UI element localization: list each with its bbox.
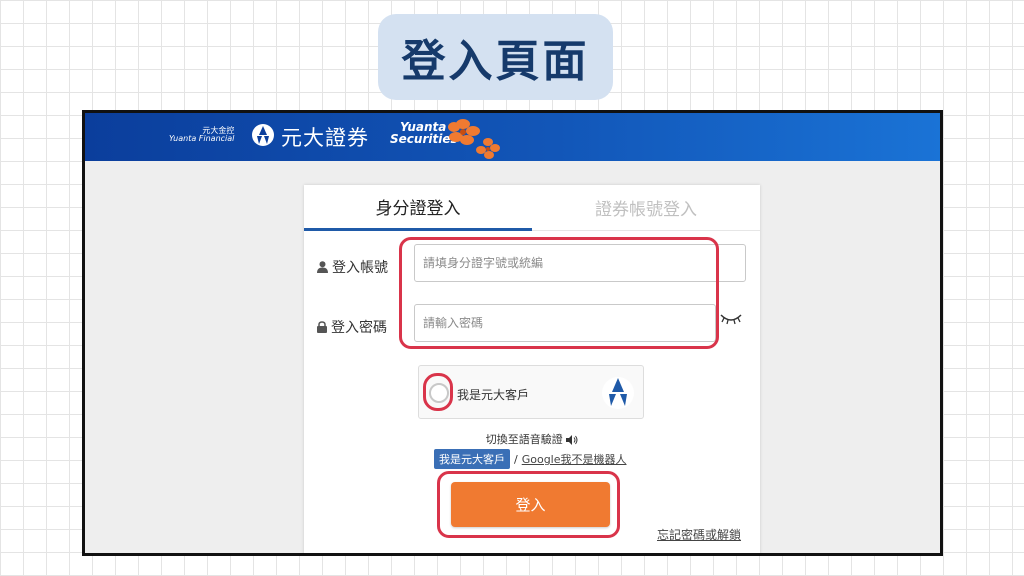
verify-option-google[interactable]: Google我不是機器人: [522, 451, 627, 467]
account-label: 登入帳號: [332, 260, 388, 276]
voice-switch-label: 切換至語音驗證: [485, 433, 563, 446]
forgot-password-link[interactable]: 忘記密碼或解鎖: [657, 526, 741, 543]
brand-financial-en: Yuanta Financial: [169, 134, 235, 144]
yuanta-logo-icon: [252, 124, 274, 146]
speaker-icon: [566, 435, 578, 445]
yuanta-logo-icon: [602, 377, 634, 409]
captcha-label: 我是元大客戶: [457, 388, 530, 402]
site-header: 元大金控 Yuanta Financial 元大證券 Yuanta Securi…: [85, 113, 940, 161]
tab-id-login[interactable]: 身分證登入: [304, 185, 532, 231]
brand-name: 元大證券: [281, 126, 369, 150]
brand-financial: 元大金控 Yuanta Financial: [169, 126, 235, 144]
verify-method-row: 我是元大客戶 / Google我不是機器人: [434, 449, 627, 469]
highlight-credentials: [399, 237, 719, 349]
voice-switch[interactable]: 切換至語音驗證: [304, 431, 760, 447]
highlight-captcha-radio: [423, 373, 453, 411]
page-title: 登入頁面: [378, 14, 613, 100]
highlight-login-button: [437, 471, 620, 538]
tab-account-login[interactable]: 證券帳號登入: [532, 185, 760, 231]
eye-closed-icon[interactable]: [720, 313, 742, 325]
password-label: 登入密碼: [331, 320, 387, 336]
account-label-row: 登入帳號: [317, 257, 388, 277]
password-label-row: 登入密碼: [317, 317, 387, 337]
verify-separator: /: [514, 452, 518, 466]
verify-option-customer[interactable]: 我是元大客戶: [434, 449, 510, 469]
user-icon: [317, 261, 328, 273]
lock-icon: [317, 321, 327, 333]
flower-decoration-icon: [448, 119, 500, 159]
